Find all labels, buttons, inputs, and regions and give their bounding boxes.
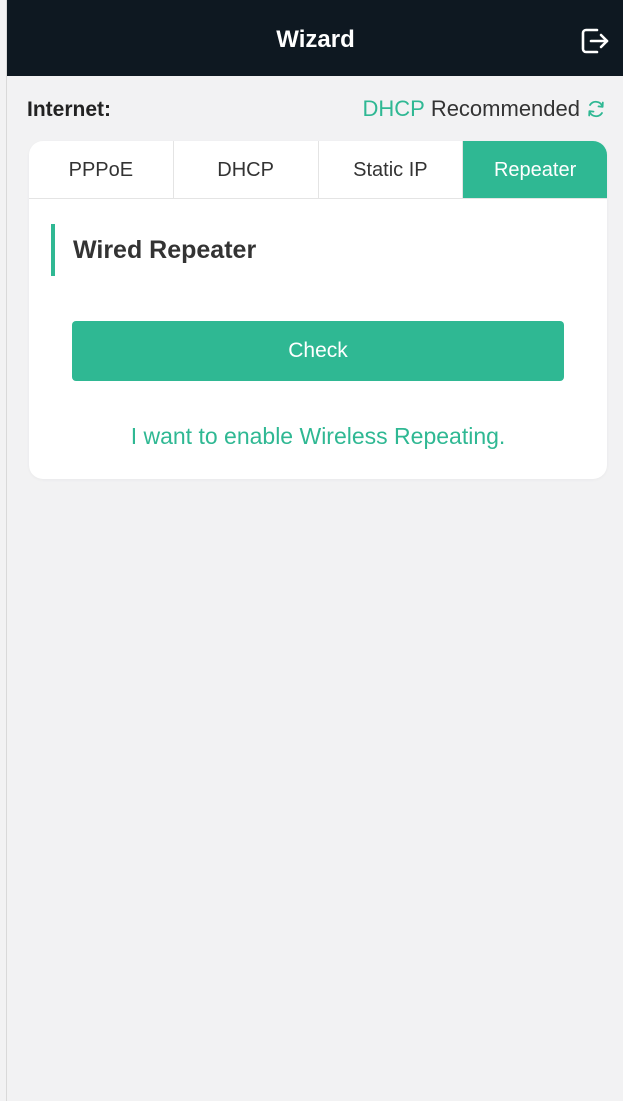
tab-static-ip[interactable]: Static IP (319, 141, 464, 198)
tab-pppoe[interactable]: PPPoE (29, 141, 174, 198)
section-title: Wired Repeater (51, 224, 256, 276)
enable-wireless-repeating-link[interactable]: I want to enable Wireless Repeating. (29, 423, 607, 450)
refresh-icon[interactable] (586, 99, 606, 119)
app-frame: Wizard Internet: DHCP Recommended PPPoE … (6, 0, 623, 1101)
internet-status-row: Internet: DHCP Recommended (7, 76, 623, 140)
recommended-mode: DHCP Recommended (362, 96, 606, 122)
page-title: Wizard (276, 26, 355, 53)
tab-dhcp[interactable]: DHCP (174, 141, 319, 198)
top-bar: Wizard (7, 0, 623, 76)
recommended-text: Recommended (430, 96, 580, 121)
logout-icon[interactable] (578, 24, 612, 58)
connection-tabs: PPPoE DHCP Static IP Repeater (29, 141, 607, 199)
connection-card: PPPoE DHCP Static IP Repeater Wired Repe… (29, 141, 607, 479)
internet-label: Internet: (27, 98, 111, 121)
check-button[interactable]: Check (72, 321, 564, 381)
tab-repeater[interactable]: Repeater (463, 141, 607, 198)
detected-mode: DHCP (362, 96, 425, 121)
